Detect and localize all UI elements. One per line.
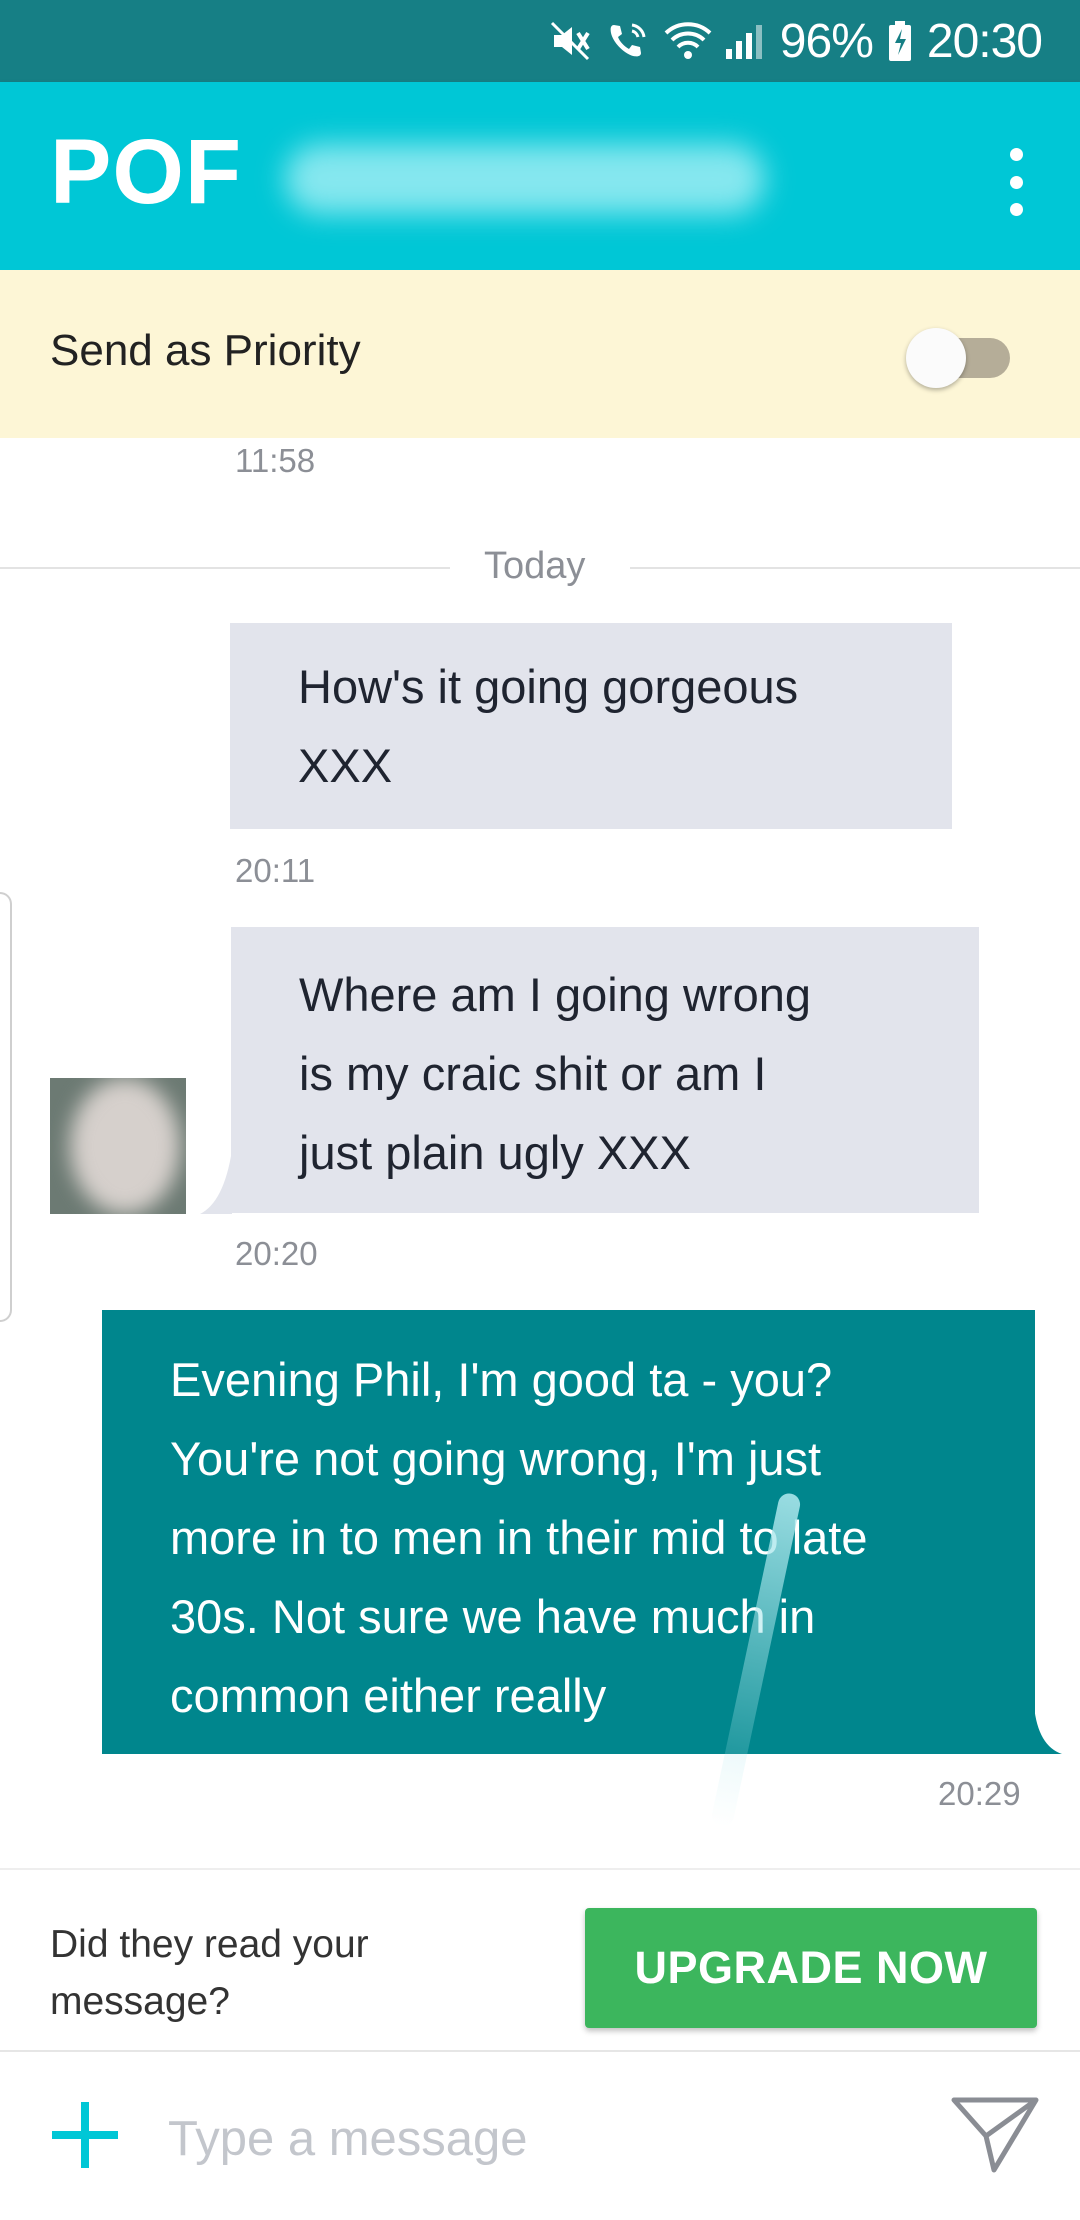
message-composer: [0, 2050, 1080, 2220]
message-line: XXX: [298, 739, 393, 792]
mute-icon: [548, 19, 592, 63]
message-line: 30s. Not sure we have much in: [170, 1590, 816, 1643]
app-logo: POF: [50, 121, 243, 223]
message-line: Evening Phil, I'm good ta - you?: [170, 1353, 833, 1406]
status-icons: 96% 20:30: [548, 0, 1043, 82]
signal-icon: [722, 19, 766, 63]
status-bar: 96% 20:30: [0, 0, 1080, 82]
message-bubble-incoming[interactable]: How's it going gorgeous XXX: [230, 623, 952, 829]
message-line: You're not going wrong, I'm just: [170, 1432, 822, 1485]
message-bubble-incoming[interactable]: Where am I going wrong is my craic shit …: [231, 927, 979, 1213]
battery-charging-icon: [887, 19, 913, 63]
upgrade-now-button[interactable]: UPGRADE NOW: [585, 1908, 1037, 2028]
prompt-line: Did they read your: [50, 1923, 369, 1966]
wifi-calling-icon: [606, 19, 650, 63]
message-timestamp: 20:29: [938, 1775, 1021, 1812]
divider-label: Today: [484, 545, 586, 587]
priority-banner: Send as Priority: [0, 270, 1080, 438]
toggle-thumb: [906, 328, 966, 388]
edge-panel-handle[interactable]: [0, 892, 12, 1322]
message-line: common either really: [170, 1669, 607, 1722]
priority-label: Send as Priority: [50, 326, 361, 375]
priority-toggle[interactable]: [906, 328, 1010, 388]
divider-line-right: [630, 567, 1080, 569]
prompt-line: message?: [50, 1980, 230, 2023]
message-timestamp: 20:20: [235, 1235, 318, 1272]
message-line: more in to men in their mid to late: [170, 1511, 868, 1564]
more-vert-icon[interactable]: [996, 142, 1036, 222]
earlier-timestamp: 11:58: [235, 442, 316, 479]
upgrade-strip: Did they read your message? UPGRADE NOW: [0, 1868, 1080, 2050]
divider-line-left: [0, 567, 450, 569]
wifi-icon: [664, 19, 712, 63]
redacted-contact-name: [285, 144, 765, 214]
read-receipt-prompt: Did they read your message?: [50, 1916, 369, 2030]
message-input[interactable]: [168, 2102, 908, 2176]
day-divider: Today: [0, 545, 1080, 587]
bubble-tail: [1034, 1706, 1062, 1754]
avatar[interactable]: [50, 1078, 186, 1214]
clock: 20:30: [926, 14, 1043, 68]
send-icon[interactable]: [950, 2094, 1040, 2174]
app-bar: POF: [0, 82, 1080, 270]
message-line: How's it going gorgeous: [298, 660, 799, 713]
plus-icon[interactable]: [48, 2098, 122, 2172]
message-bubble-outgoing[interactable]: Evening Phil, I'm good ta - you? You're …: [102, 1310, 1035, 1754]
message-line: just plain ugly XXX: [299, 1126, 691, 1179]
bubble-tail: [200, 1150, 232, 1214]
message-line: is my craic shit or am I: [299, 1047, 767, 1100]
message-line: Where am I going wrong: [299, 968, 812, 1021]
message-timestamp: 20:11: [235, 852, 316, 889]
battery-percentage: 96%: [779, 14, 874, 68]
